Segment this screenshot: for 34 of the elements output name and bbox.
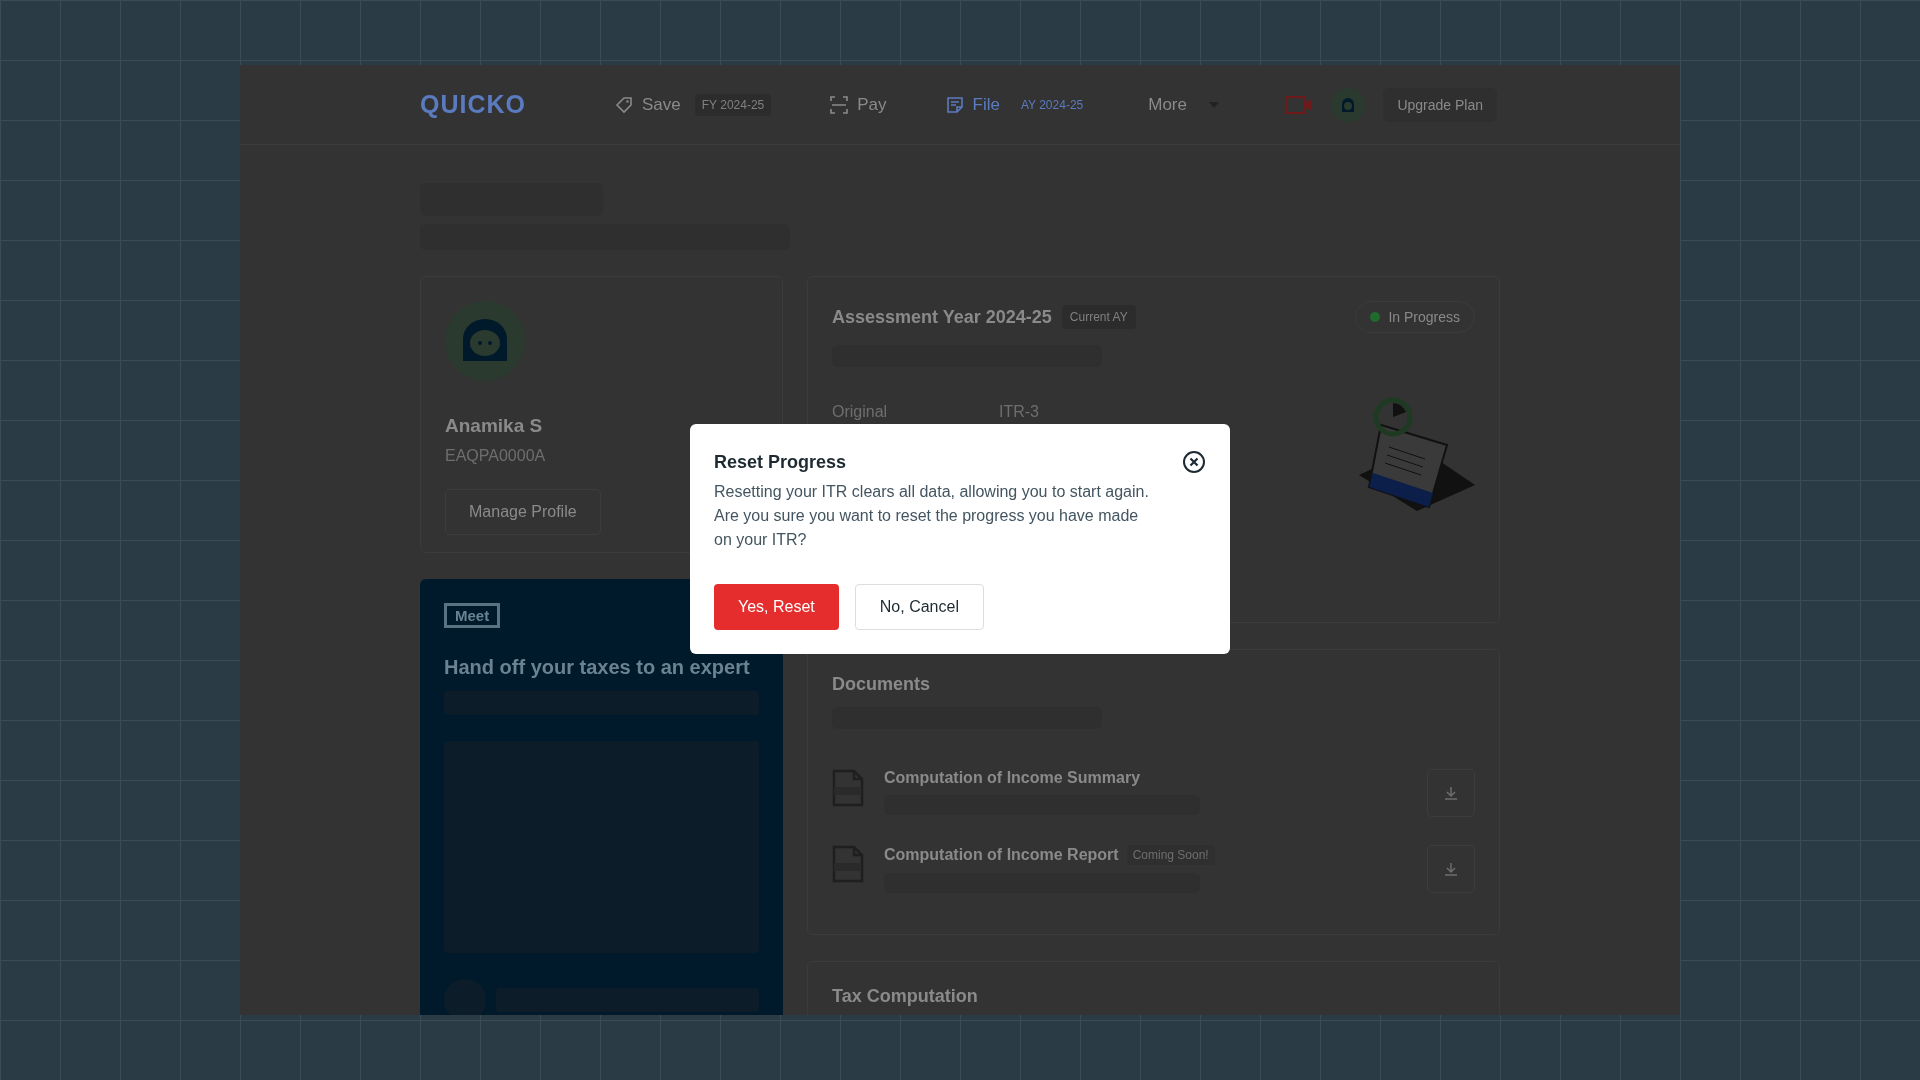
video-call-icon[interactable]	[1285, 94, 1314, 115]
quicko-logo[interactable]: QUICKO	[420, 90, 526, 119]
row-label: Original	[832, 403, 889, 421]
download-button[interactable]	[1427, 845, 1475, 893]
profile-name: Anamika S	[445, 415, 543, 437]
download-icon	[1444, 786, 1458, 800]
documents-title: Documents	[832, 674, 931, 695]
more-menu[interactable]: More	[1148, 94, 1219, 115]
manage-profile-button[interactable]: Manage Profile	[445, 489, 601, 535]
tax-computation-title: Tax Computation	[832, 986, 979, 1007]
tag-icon	[614, 94, 634, 115]
pan-number: EAQPA0000A	[445, 447, 546, 465]
document-name: Computation of Income Report	[884, 846, 1119, 864]
close-icon[interactable]	[1182, 450, 1206, 474]
meet-title: Hand off your taxes to an expert	[444, 656, 751, 679]
document-name: Computation of Income Summary	[884, 769, 1141, 787]
nav-link[interactable]: Save FY 2024-25	[614, 93, 772, 116]
download-icon	[1444, 862, 1458, 876]
meet-logo: Meet	[444, 603, 501, 628]
dialog-title: Reset Progress	[714, 451, 847, 473]
current-ay-label: Current AY	[1061, 305, 1136, 329]
file-icon	[944, 94, 965, 115]
user-avatar[interactable]	[1331, 87, 1366, 122]
row-value: ITR-3	[999, 403, 1039, 421]
nav-link[interactable]: Pay	[829, 94, 887, 115]
cancel-button[interactable]: No, Cancel	[854, 584, 984, 630]
dialog-message: Resetting your ITR clears all data, allowing you to start again. Are you sure you want to reset the progress you have made on your ITR?	[714, 482, 1150, 550]
nav-link[interactable]: File AY 2024-25	[944, 93, 1091, 116]
upgrade-plan-button[interactable]: Upgrade Plan	[1383, 87, 1497, 122]
download-button[interactable]	[1427, 769, 1475, 817]
scan-icon	[829, 94, 850, 115]
assessment-title: Assessment Year 2024-25	[832, 306, 1052, 328]
confirm-button[interactable]: Yes, Reset	[714, 584, 839, 630]
coming-soon-label: Coming Soon!	[1126, 845, 1215, 865]
